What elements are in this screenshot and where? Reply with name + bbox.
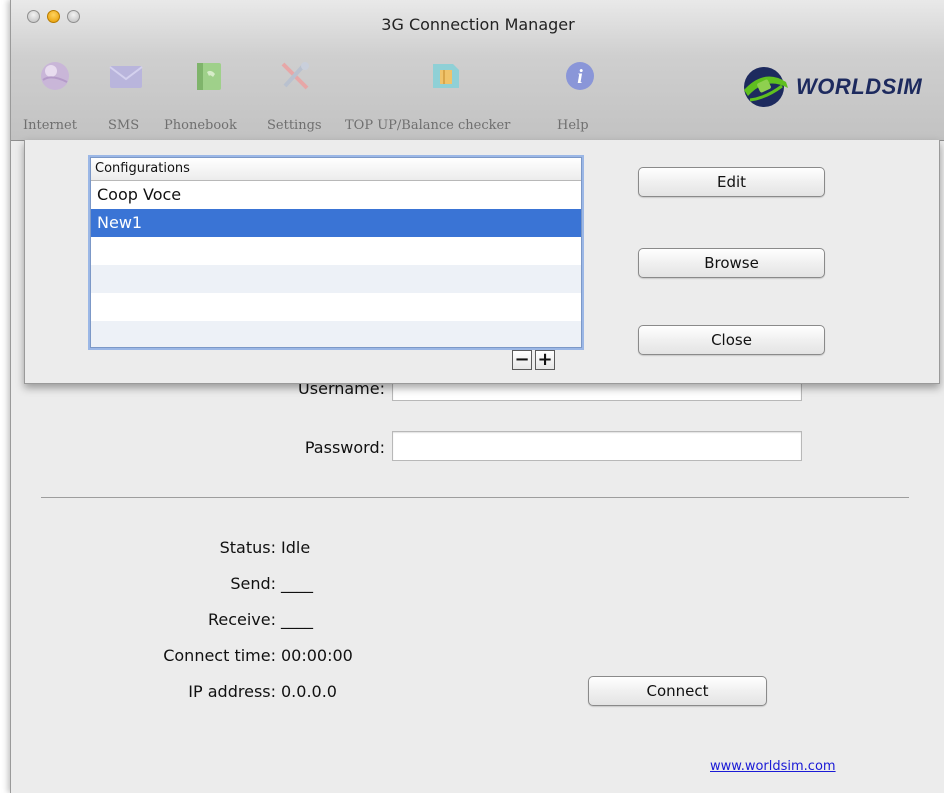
edit-button[interactable]: Edit xyxy=(638,167,825,197)
configurations-list-header[interactable]: Configurations xyxy=(91,158,581,181)
envelope-icon[interactable] xyxy=(108,60,144,92)
browse-button[interactable]: Browse xyxy=(638,248,825,278)
ip-address-value: 0.0.0.0 xyxy=(281,682,337,701)
password-label: Password: xyxy=(304,438,385,457)
worldsim-logo-icon xyxy=(744,67,788,107)
close-button[interactable]: Close xyxy=(638,325,825,355)
connect-time-value: 00:00:00 xyxy=(281,646,353,665)
list-empty-row xyxy=(91,321,581,347)
phonebook-icon[interactable] xyxy=(191,60,227,92)
section-divider xyxy=(41,497,909,498)
send-label: Send: xyxy=(230,574,276,593)
toolbar-label-phonebook[interactable]: Phonebook xyxy=(164,118,237,134)
ip-address-label: IP address: xyxy=(188,682,276,701)
titlebar-toolbar: 3G Connection Manager i Internet SMS Pho… xyxy=(11,0,944,141)
status-value: Idle xyxy=(281,538,311,557)
status-label: Status: xyxy=(219,538,276,557)
send-value: ____ xyxy=(281,574,313,593)
settings-tools-icon[interactable] xyxy=(277,60,313,92)
svg-text:i: i xyxy=(577,66,583,88)
list-empty-row xyxy=(91,293,581,321)
toolbar-label-settings[interactable]: Settings xyxy=(267,118,322,134)
list-empty-row xyxy=(91,237,581,265)
configurations-list[interactable]: Configurations Coop Voce New1 xyxy=(90,157,582,348)
configuration-item[interactable]: Coop Voce xyxy=(91,181,581,209)
password-field[interactable] xyxy=(392,431,802,461)
connect-time-label: Connect time: xyxy=(163,646,276,665)
worldsim-logo-text: WORLDSIM xyxy=(796,74,923,99)
toolbar-label-internet[interactable]: Internet xyxy=(23,118,77,134)
website-link[interactable]: www.worldsim.com xyxy=(710,759,836,774)
globe-icon[interactable] xyxy=(37,60,73,92)
receive-label: Receive: xyxy=(207,610,276,629)
info-icon[interactable]: i xyxy=(562,60,598,92)
toolbar-label-help[interactable]: Help xyxy=(557,118,589,134)
receive-value: ____ xyxy=(281,610,313,629)
configuration-item-selected[interactable]: New1 xyxy=(91,209,581,237)
app-window: 3G Connection Manager i Internet SMS Pho… xyxy=(10,0,944,793)
sim-card-icon[interactable] xyxy=(427,60,463,92)
remove-configuration-button[interactable]: − xyxy=(512,350,532,370)
toolbar-label-sms[interactable]: SMS xyxy=(108,118,139,134)
window-title: 3G Connection Manager xyxy=(381,15,575,34)
list-empty-row xyxy=(91,265,581,293)
connect-button[interactable]: Connect xyxy=(588,676,767,706)
add-configuration-button[interactable]: + xyxy=(535,350,555,370)
toolbar-label-topup[interactable]: TOP UP/Balance checker xyxy=(345,118,510,134)
